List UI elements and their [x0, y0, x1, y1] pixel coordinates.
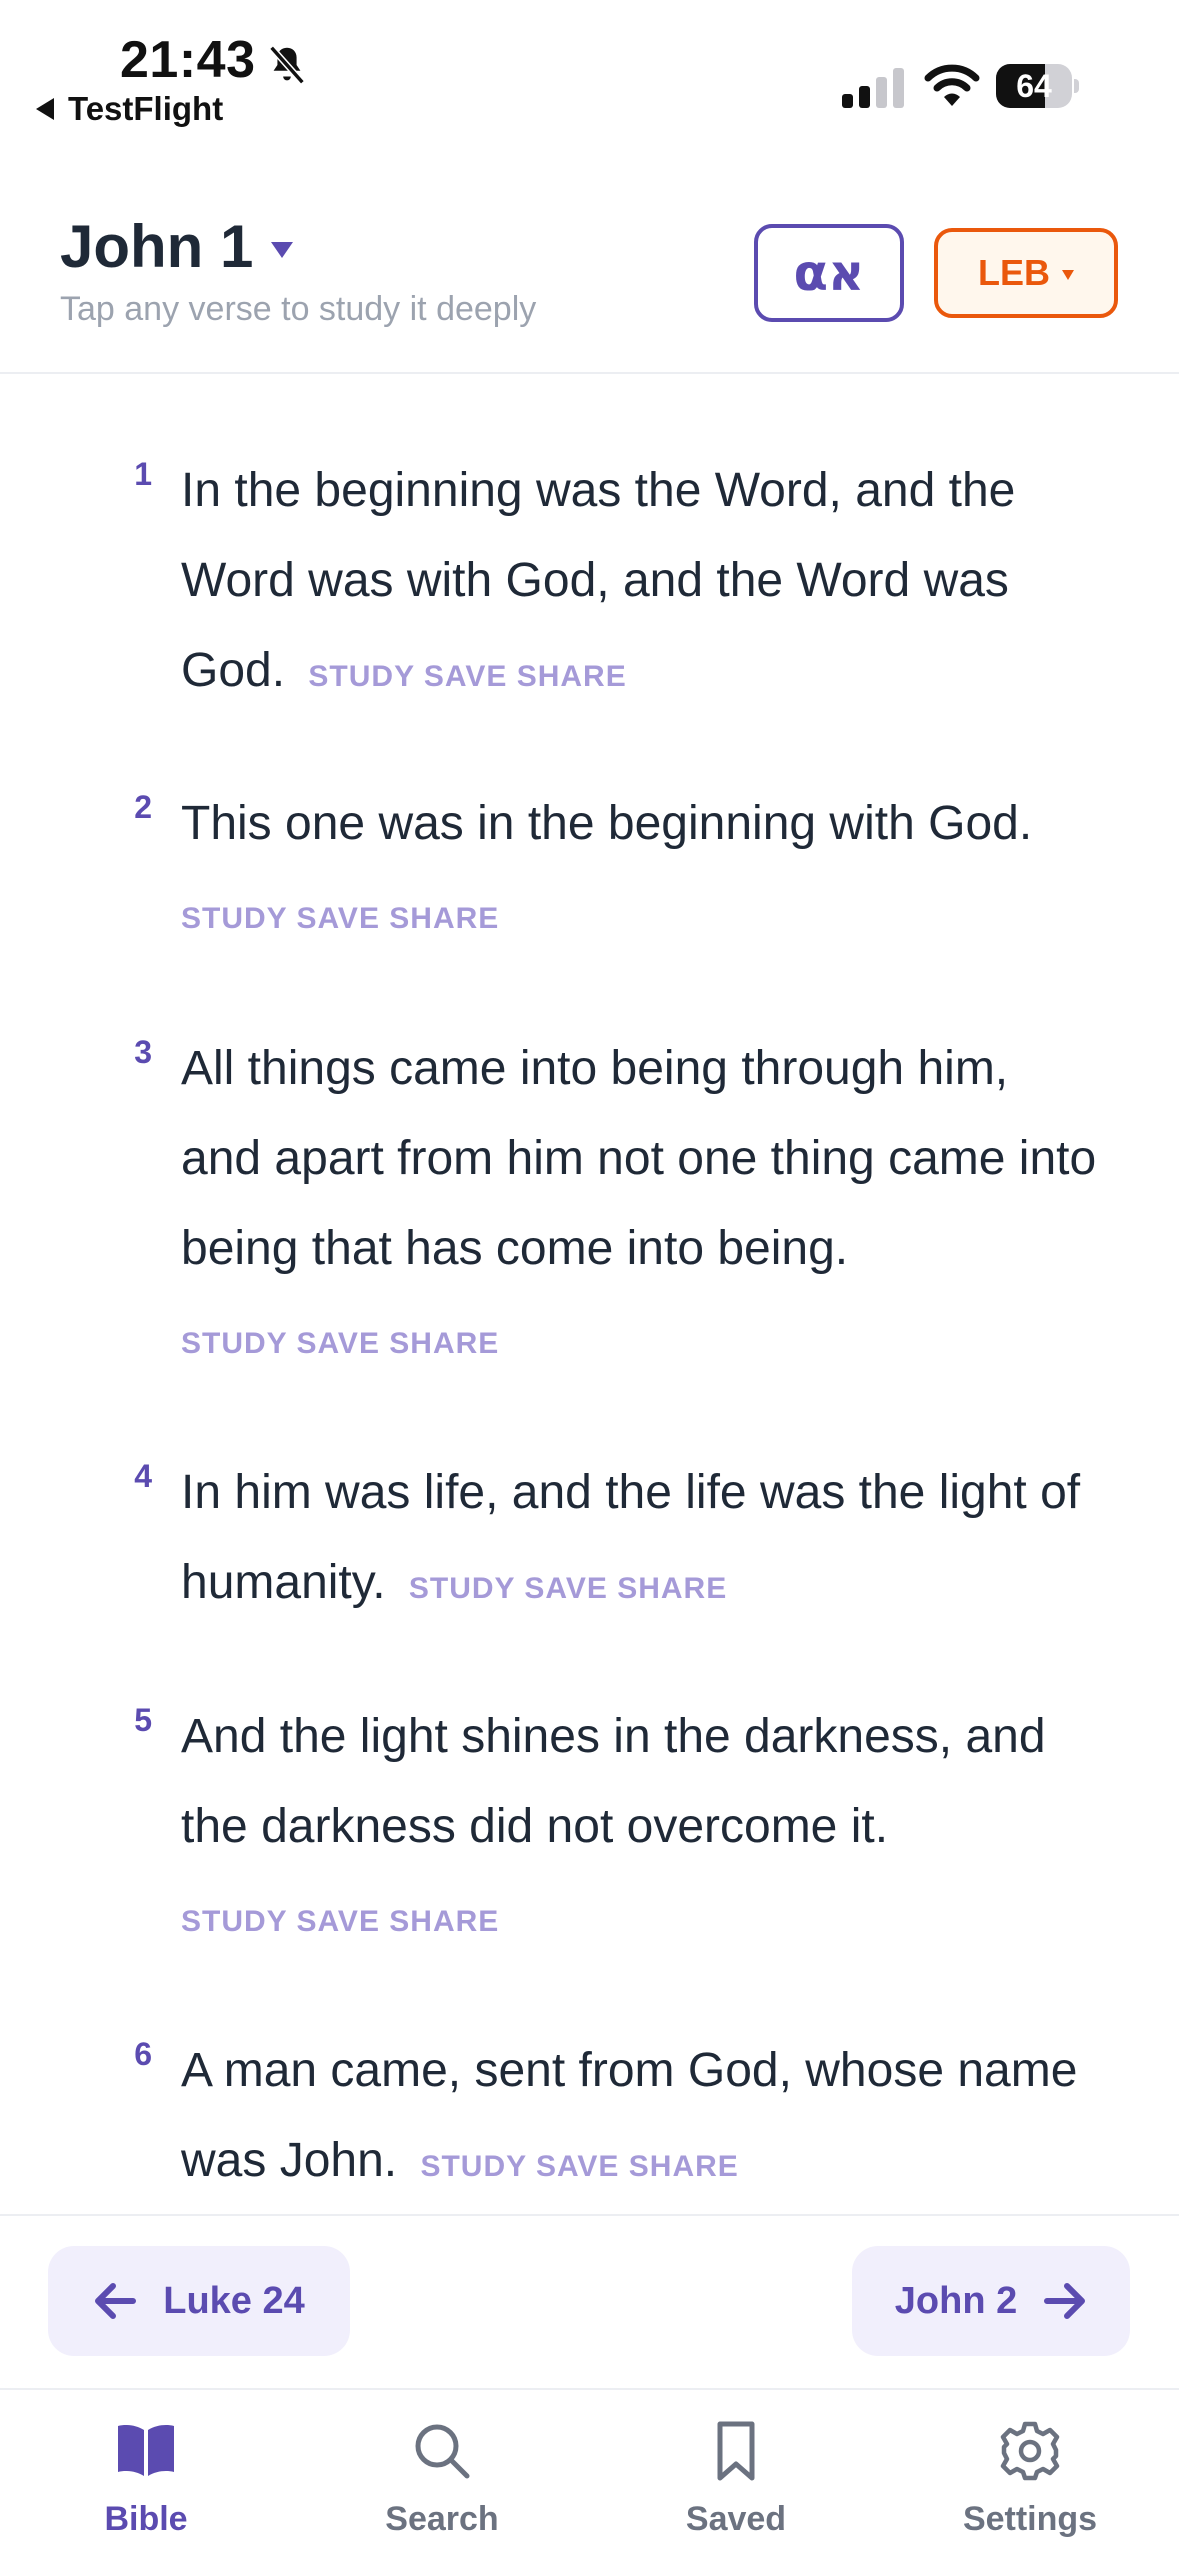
verse-number: 6	[134, 2036, 152, 2072]
tab-label: Search	[385, 2500, 499, 2538]
verse-number: 3	[134, 1034, 152, 1070]
arrow-left-icon	[95, 2283, 137, 2319]
gear-icon	[1000, 2421, 1060, 2481]
bell-slash-icon	[269, 45, 305, 85]
study-button[interactable]: STUDY	[181, 1327, 287, 1360]
verse-text-block[interactable]: In the beginning was the Word, and the W…	[181, 446, 1101, 722]
verse-actions: STUDY SAVE SHARE	[181, 1304, 1101, 1384]
verse-actions: STUDY SAVE SHARE	[308, 660, 626, 693]
chapter-title: John 1	[60, 213, 254, 280]
back-triangle-icon	[36, 98, 54, 120]
book-icon	[118, 2425, 174, 2476]
verse-text-block[interactable]: This one was in the beginning with God. …	[181, 779, 1101, 959]
verse-text-block[interactable]: In him was life, and the life was the li…	[181, 1448, 1101, 1634]
search-icon	[415, 2424, 470, 2479]
chevron-down-icon	[271, 241, 294, 258]
previous-chapter-button[interactable]: Luke 24	[48, 2246, 350, 2356]
tab-saved[interactable]: Saved	[616, 2420, 856, 2540]
nav-divider	[0, 2214, 1179, 2216]
battery-nub	[1074, 79, 1079, 93]
verse-list[interactable]: 1 In the beginning was the Word, and the…	[0, 374, 1179, 2214]
verse-actions: STUDY SAVE SHARE	[181, 1882, 1101, 1962]
header-subtitle: Tap any verse to study it deeply	[60, 290, 537, 328]
share-button[interactable]: SHARE	[389, 1327, 499, 1360]
original-language-label: αא	[793, 244, 865, 302]
verse-text: All things came into being through him, …	[181, 1042, 1097, 1275]
tab-bar-divider	[0, 2388, 1179, 2390]
battery-indicator: 64	[996, 64, 1079, 108]
next-chapter-button[interactable]: John 2	[852, 2246, 1130, 2356]
study-button[interactable]: STUDY	[409, 1572, 515, 1605]
wifi-icon	[924, 64, 980, 106]
previous-chapter-label: Luke 24	[163, 2279, 305, 2322]
tab-label: Settings	[962, 2500, 1098, 2538]
share-button[interactable]: SHARE	[617, 1572, 727, 1605]
tab-settings[interactable]: Settings	[910, 2420, 1150, 2540]
save-button[interactable]: SAVE	[424, 660, 507, 693]
tab-search[interactable]: Search	[322, 2420, 562, 2540]
verse-text-block[interactable]: A man came, sent from God, whose name wa…	[181, 2026, 1101, 2212]
verse-number: 2	[134, 789, 152, 825]
cellular-signal-icon	[842, 68, 904, 108]
translation-selector-button[interactable]: LEB	[934, 228, 1118, 318]
original-language-button[interactable]: αא	[754, 224, 904, 322]
arrow-right-icon	[1044, 2283, 1086, 2319]
translation-label: LEB	[978, 252, 1050, 293]
tab-bible[interactable]: Bible	[26, 2420, 266, 2540]
verse-number: 5	[134, 1702, 152, 1738]
study-button[interactable]: STUDY	[308, 660, 414, 693]
save-button[interactable]: SAVE	[536, 2150, 619, 2183]
verse-number: 1	[134, 456, 152, 492]
study-button[interactable]: STUDY	[181, 902, 287, 935]
save-button[interactable]: SAVE	[296, 902, 379, 935]
tab-label: Bible	[104, 2500, 188, 2538]
bookmark-icon	[717, 2421, 755, 2481]
share-button[interactable]: SHARE	[629, 2150, 739, 2183]
tab-label: Saved	[685, 2500, 787, 2538]
share-button[interactable]: SHARE	[389, 902, 499, 935]
battery-percent: 64	[1016, 68, 1052, 104]
study-button[interactable]: STUDY	[420, 2150, 526, 2183]
verse-actions: STUDY SAVE SHARE	[420, 2150, 738, 2183]
app-screen: 21:43 TestFlight 64 John 1 Tap any verse…	[0, 0, 1179, 2556]
verse-number: 4	[134, 1458, 152, 1494]
back-to-app-link[interactable]: TestFlight	[36, 90, 223, 128]
verse-text-block[interactable]: And the light shines in the darkness, an…	[181, 1692, 1101, 1962]
status-time: 21:43	[120, 31, 256, 89]
chevron-down-icon	[1062, 270, 1074, 280]
verse-actions: STUDY SAVE SHARE	[181, 879, 1101, 959]
save-button[interactable]: SAVE	[296, 1905, 379, 1938]
battery-body: 64	[996, 64, 1072, 108]
back-app-label: TestFlight	[68, 90, 224, 127]
verse-text: This one was in the beginning with God.	[181, 797, 1033, 850]
share-button[interactable]: SHARE	[517, 660, 627, 693]
next-chapter-label: John 2	[894, 2279, 1018, 2322]
verse-text: And the light shines in the darkness, an…	[181, 1710, 1046, 1853]
verse-actions: STUDY SAVE SHARE	[409, 1572, 727, 1605]
chapter-selector[interactable]: John 1	[60, 212, 294, 281]
save-button[interactable]: SAVE	[296, 1327, 379, 1360]
study-button[interactable]: STUDY	[181, 1905, 287, 1938]
share-button[interactable]: SHARE	[389, 1905, 499, 1938]
verse-text-block[interactable]: All things came into being through him, …	[181, 1024, 1101, 1384]
save-button[interactable]: SAVE	[524, 1572, 607, 1605]
